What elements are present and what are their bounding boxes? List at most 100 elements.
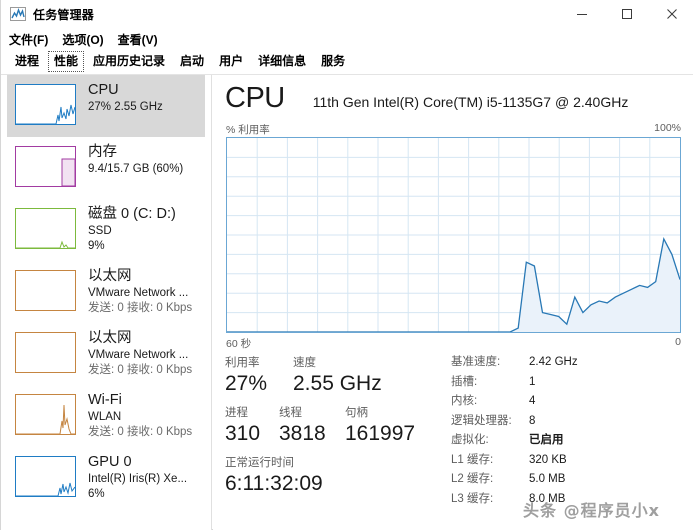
menu-bar: 文件(F) 选项(O) 查看(V) [1, 28, 693, 51]
window-controls [559, 0, 693, 28]
spec-base-speed: 基准速度: 2.42 GHz [451, 353, 691, 373]
stat-uptime: 正常运行时间 6:11:32:09 [225, 456, 323, 497]
spec-logical-processors-key: 逻辑处理器: [451, 414, 512, 427]
sidebar-item-gpu-0-text: GPU 0 Intel(R) Iris(R) Xe... 6% [88, 453, 187, 502]
stat-speed-label: 速度 [293, 357, 316, 369]
sidebar-item-disk-0[interactable]: 磁盘 0 (C: D:) SSD 9% [7, 199, 205, 261]
resource-sidebar[interactable]: CPU 27% 2.55 GHz 内存 9.4/15.7 GB (60%) 磁盘… [1, 75, 212, 530]
stats-row-3: 正常运行时间 6:11:32:09 [225, 456, 435, 497]
sidebar-item-wifi-text: Wi-Fi WLAN 发送: 0 接收: 0 Kbps [88, 391, 192, 440]
sidebar-item-ethernet-2-title: 以太网 [88, 330, 132, 346]
sidebar-item-ethernet-2-sub2: 发送: 0 接收: 0 Kbps [88, 364, 193, 376]
stat-speed: 速度 2.55 GHz [293, 356, 382, 397]
spec-cores-value: 4 [529, 395, 536, 407]
tab-startup[interactable]: 启动 [174, 51, 210, 72]
sidebar-item-ethernet-1[interactable]: 以太网 VMware Network ... 发送: 0 接收: 0 Kbps [7, 261, 205, 323]
cpu-chart-svg [227, 138, 680, 332]
tab-services[interactable]: 服务 [315, 51, 351, 72]
menu-view[interactable]: 查看(V) [118, 31, 158, 48]
spec-logical-processors: 逻辑处理器: 8 [451, 412, 691, 432]
stat-speed-value: 2.55 GHz [293, 372, 382, 395]
disk-thumbnail-graph [15, 208, 76, 249]
tab-strip: 进程 性能 应用历史记录 启动 用户 详细信息 服务 [1, 51, 693, 74]
page-title: CPU [225, 82, 285, 114]
stats-row-1: 利用率 27% 速度 2.55 GHz [225, 356, 435, 397]
spec-logical-processors-value: 8 [529, 414, 536, 427]
watermark: 头条 @程序员小x [523, 501, 660, 520]
stat-utilization-value: 27% [225, 372, 268, 395]
sidebar-item-cpu-text: CPU 27% 2.55 GHz [88, 81, 163, 115]
memory-thumbnail-graph [15, 146, 76, 187]
sidebar-item-ethernet-2-sub1: VMware Network ... [88, 349, 189, 361]
cpu-stats-block: 利用率 27% 速度 2.55 GHz 进程 310 线程 3818 句柄 16… [225, 356, 435, 506]
sidebar-item-wifi-title: Wi-Fi [88, 392, 122, 408]
stat-threads-value: 3818 [279, 422, 326, 445]
tab-performance[interactable]: 性能 [48, 51, 85, 72]
sidebar-item-ethernet-1-text: 以太网 VMware Network ... 发送: 0 接收: 0 Kbps [88, 267, 192, 316]
title-bar: 任务管理器 [1, 0, 693, 28]
sidebar-item-gpu-0-sub1: Intel(R) Iris(R) Xe... [88, 473, 188, 485]
spec-l2-cache: L2 缓存: 5.0 MB [451, 470, 691, 490]
sidebar-item-wifi[interactable]: Wi-Fi WLAN 发送: 0 接收: 0 Kbps [7, 385, 205, 447]
cpu-header: CPU 11th Gen Intel(R) Core(TM) i5-1135G7… [225, 82, 628, 115]
stat-processes-value: 310 [225, 422, 261, 445]
sidebar-item-ethernet-1-sub2: 发送: 0 接收: 0 Kbps [88, 302, 193, 314]
sidebar-item-wifi-sub2: 发送: 0 接收: 0 Kbps [88, 426, 193, 438]
maximize-button[interactable] [604, 0, 649, 28]
cpu-thumbnail-graph [15, 84, 76, 125]
stat-utilization: 利用率 27% [225, 356, 293, 397]
task-manager-chart-icon [10, 6, 26, 22]
tab-app-history[interactable]: 应用历史记录 [87, 51, 171, 72]
wifi-thumbnail-graph [15, 394, 76, 435]
spec-cores: 内核: 4 [451, 392, 691, 412]
cpu-utilization-graph[interactable] [226, 137, 681, 333]
title-bar-left: 任务管理器 [1, 6, 94, 23]
stat-threads: 线程 3818 [279, 406, 345, 447]
spec-cores-key: 内核: [451, 395, 478, 407]
spec-sockets-value: 1 [529, 375, 536, 388]
task-manager-window: 任务管理器 文件(F) 选项(O) 查看(V) 进程 性能 应用历史记录 启动 … [0, 0, 693, 530]
stat-handles-label: 句柄 [345, 407, 368, 419]
tab-users[interactable]: 用户 [213, 51, 249, 72]
menu-file[interactable]: 文件(F) [9, 31, 48, 48]
close-button[interactable] [649, 0, 693, 28]
graph-top-labels: % 利用率 100% [226, 122, 681, 137]
spec-base-speed-value: 2.42 GHz [529, 356, 578, 368]
spec-l2-cache-value: 5.0 MB [529, 473, 566, 485]
sidebar-item-memory[interactable]: 内存 9.4/15.7 GB (60%) [7, 137, 205, 199]
spec-virtualization-value: 已启用 [529, 434, 564, 446]
graph-x-left-label: 60 秒 [226, 338, 252, 350]
sidebar-item-disk-0-title: 磁盘 0 (C: D:) [88, 206, 176, 222]
sidebar-item-disk-0-sub1: SSD [88, 225, 112, 237]
spec-l1-cache-value: 320 KB [529, 453, 567, 466]
stat-processes-label: 进程 [225, 407, 248, 419]
graph-bottom-labels: 60 秒 0 [226, 336, 681, 351]
sidebar-item-wifi-sub1: WLAN [88, 411, 122, 423]
sidebar-item-ethernet-1-title: 以太网 [88, 268, 132, 284]
stat-handles-value: 161997 [345, 422, 416, 445]
sidebar-item-memory-sub1: 9.4/15.7 GB (60%) [88, 163, 184, 175]
spec-sockets-key: 插槽: [451, 375, 478, 388]
tab-processes[interactable]: 进程 [9, 51, 45, 72]
spec-l1-cache: L1 缓存: 320 KB [451, 451, 691, 471]
tab-details[interactable]: 详细信息 [252, 51, 312, 72]
stat-processes: 进程 310 [225, 406, 279, 447]
minimize-button[interactable] [559, 0, 604, 28]
ethernet-1-thumbnail-graph [15, 270, 76, 311]
spec-base-speed-key: 基准速度: [451, 356, 501, 368]
spec-virtualization-key: 虚拟化: [451, 434, 489, 446]
sidebar-item-ethernet-2[interactable]: 以太网 VMware Network ... 发送: 0 接收: 0 Kbps [7, 323, 205, 385]
spec-l2-cache-key: L2 缓存: [451, 473, 494, 485]
cpu-model-name: 11th Gen Intel(R) Core(TM) i5-1135G7 @ 2… [312, 94, 629, 110]
spec-l3-cache-key: L3 缓存: [451, 492, 494, 505]
sidebar-item-gpu-0-sub2: 6% [88, 488, 105, 500]
sidebar-item-gpu-0[interactable]: GPU 0 Intel(R) Iris(R) Xe... 6% [7, 447, 205, 509]
graph-x-right-label: 0 [675, 336, 681, 348]
stats-row-2: 进程 310 线程 3818 句柄 161997 [225, 406, 435, 447]
spec-l1-cache-key: L1 缓存: [451, 453, 494, 466]
menu-options[interactable]: 选项(O) [62, 31, 103, 48]
sidebar-item-cpu-title: CPU [88, 82, 119, 98]
sidebar-item-cpu[interactable]: CPU 27% 2.55 GHz [7, 75, 205, 137]
cpu-spec-list: 基准速度: 2.42 GHz 插槽: 1 内核: 4 逻辑处理器: 8 虚拟化:… [451, 353, 691, 509]
ethernet-2-thumbnail-graph [15, 332, 76, 373]
